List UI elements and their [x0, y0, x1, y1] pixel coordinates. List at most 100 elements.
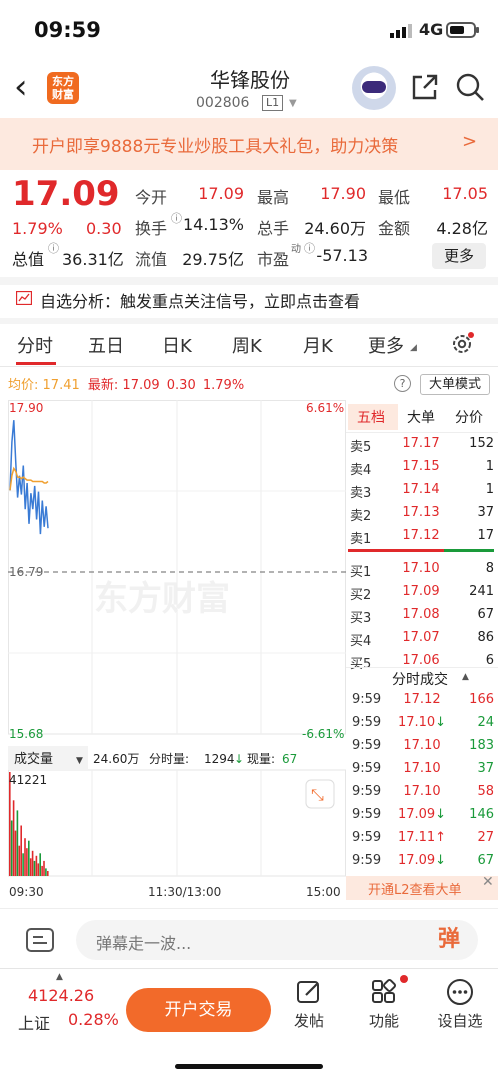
tab-intraday[interactable]: 分时 [17, 332, 53, 358]
avg-price-bar: 均价: 17.41 最新: 17.09 0.30 1.79% [8, 374, 244, 393]
share-icon[interactable] [410, 72, 440, 102]
bid-volume: 6 [485, 653, 494, 668]
avg-label: 均价: [8, 378, 39, 393]
bid-volume: 241 [469, 584, 494, 599]
open-value: 17.09 [198, 184, 244, 203]
danmu-button[interactable]: 弹 [432, 924, 466, 956]
open-account-trade-button[interactable]: 开户交易 [126, 988, 271, 1032]
x-tick-end: 15:00 [306, 885, 341, 899]
volume-bar [22, 853, 24, 876]
y-max-label: 17.90 [9, 401, 43, 415]
volume-bar [29, 858, 32, 876]
add-watchlist-button[interactable]: 设自选 [430, 1010, 490, 1031]
trade-time: 9:59 [352, 807, 382, 822]
notification-dot [400, 975, 408, 983]
big-order-mode-button[interactable]: 大单模式 [420, 374, 490, 395]
settings-icon[interactable] [450, 332, 474, 356]
functions-button[interactable]: 功能 [354, 1010, 414, 1031]
trade-direction-icon: ↓ [435, 853, 447, 868]
stock-name[interactable]: 华锋股份 [160, 64, 340, 93]
intraday-chart[interactable]: 东方财富 17.90 6.61% 16.79 15.68 -6.61% 成交量 … [8, 400, 346, 900]
chevron-down-icon[interactable]: ▼ [76, 756, 83, 766]
caret-up-icon[interactable]: ▲ [462, 672, 469, 682]
trade-price-value: 17.10 [403, 761, 441, 776]
volume-max-label: 41221 [9, 773, 47, 787]
expand-icon[interactable]: ⤡ [311, 785, 324, 804]
bid-price[interactable]: 17.08 [390, 607, 452, 622]
ask-volume: 152 [469, 436, 494, 451]
functions-icon[interactable] [370, 978, 398, 1006]
app-logo: 东方财富 [47, 72, 79, 104]
ask-price[interactable]: 17.17 [390, 436, 452, 451]
ask-price[interactable]: 17.14 [390, 482, 452, 497]
close-icon[interactable]: ✕ [482, 874, 494, 890]
search-icon[interactable] [455, 72, 485, 102]
index-percent[interactable]: 0.28% [68, 1010, 119, 1029]
post-button[interactable]: 发帖 [279, 1010, 339, 1031]
ask-price[interactable]: 17.15 [390, 459, 452, 474]
info-icon[interactable]: ⓘ [48, 240, 59, 256]
bid-volume: 8 [485, 561, 494, 576]
trade-direction-icon: ↓ [435, 807, 447, 822]
trade-time: 9:59 [352, 738, 382, 753]
danmu-list-icon[interactable] [26, 928, 54, 952]
chevron-down-icon[interactable]: ◢ [410, 343, 417, 353]
bid-price[interactable]: 17.07 [390, 630, 452, 645]
volume-bar [24, 838, 26, 876]
x-tick-mid: 11:30/13:00 [148, 885, 221, 899]
ask-level-label: 卖4 [350, 463, 372, 478]
tab-five-day[interactable]: 五日 [88, 332, 124, 358]
assistant-avatar[interactable] [352, 66, 396, 110]
tab-monthly-k[interactable]: 月K [303, 332, 333, 358]
avg-value: 17.41 [42, 378, 80, 393]
y-max-pct-label: 6.61% [306, 401, 344, 415]
tab-daily-k[interactable]: 日K [162, 332, 192, 358]
divider [0, 277, 498, 285]
edit-post-icon[interactable] [295, 978, 323, 1006]
more-dots-icon[interactable] [446, 978, 474, 1006]
promo-text[interactable]: 开户即享9888元专业炒股工具大礼包，助力决策 [32, 132, 442, 157]
back-icon[interactable]: ‹ [14, 70, 42, 106]
volume-label[interactable]: 成交量 [14, 751, 53, 767]
tab-five-levels[interactable]: 五档 [357, 407, 385, 427]
volume-bar [37, 863, 40, 876]
tab-price-distribution[interactable]: 分价 [455, 407, 483, 427]
high-value: 17.90 [320, 184, 366, 203]
chevron-down-icon[interactable]: ▼ [289, 98, 297, 109]
tab-big-orders[interactable]: 大单 [407, 407, 435, 427]
amount-label: 金额 [378, 219, 411, 238]
volume-bar [28, 840, 30, 876]
promo-arrow-icon[interactable]: > [462, 131, 477, 152]
down-arrow-icon: ↓ [234, 752, 244, 766]
more-button[interactable]: 更多 [432, 243, 486, 269]
watermark: 东方财富 [94, 579, 230, 619]
trade-time: 9:59 [352, 761, 382, 776]
comment-placeholder[interactable]: 弹幕走一波... [96, 930, 191, 954]
analysis-link[interactable]: 自选分析：触发重点关注信号，立即点击查看 [40, 288, 360, 312]
volume-bar [45, 868, 47, 876]
signal-icon [390, 24, 412, 38]
level-badge[interactable]: L1 [262, 95, 284, 111]
bid-price[interactable]: 17.06 [390, 653, 452, 668]
low-label: 最低 [378, 188, 411, 207]
trade-price-value: 17.10 [397, 715, 436, 730]
ask-level-label: 卖3 [350, 486, 372, 501]
ask-level-label: 卖5 [350, 440, 372, 455]
index-value[interactable]: 4124.26 [28, 986, 94, 1005]
volume-bar [33, 860, 36, 876]
l2-upgrade-text[interactable]: 开通L2查看大单 [368, 879, 462, 898]
tab-more[interactable]: 更多 [368, 332, 404, 358]
ask-price[interactable]: 17.13 [390, 505, 452, 520]
info-icon[interactable]: ⓘ [171, 210, 182, 226]
trades-title[interactable]: 分时成交 [392, 669, 448, 689]
bid-price[interactable]: 17.10 [390, 561, 452, 576]
help-icon[interactable]: ? [394, 375, 411, 392]
volume-bar [9, 772, 11, 876]
tab-weekly-k[interactable]: 周K [232, 332, 262, 358]
ask-price[interactable]: 17.12 [390, 528, 452, 543]
index-name[interactable]: 上证 [18, 1010, 50, 1034]
current-volume-value: 67 [282, 752, 297, 766]
open-label: 今开 [135, 188, 168, 207]
bid-price[interactable]: 17.09 [390, 584, 452, 599]
divider [0, 318, 498, 324]
